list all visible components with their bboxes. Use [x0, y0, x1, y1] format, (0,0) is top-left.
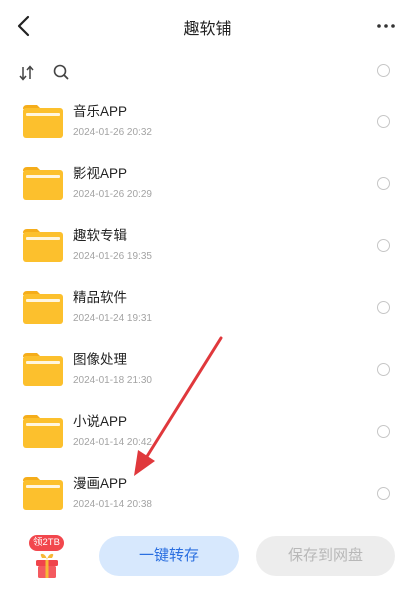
list-item[interactable]: 图像处理 2024-01-18 21:30 [0, 338, 415, 400]
one-click-save-button[interactable]: 一键转存 [99, 536, 239, 576]
list-item[interactable]: 音乐APP 2024-01-26 20:32 [0, 90, 415, 152]
folder-icon [23, 105, 63, 138]
list-item[interactable]: 精品软件 2024-01-24 19:31 [0, 276, 415, 338]
list-item[interactable]: 趣软专辑 2024-01-26 19:35 [0, 214, 415, 276]
file-list: 音乐APP 2024-01-26 20:32 影视APP 2024-01-26 … [0, 90, 415, 524]
folder-icon [23, 229, 63, 262]
file-name: 精品软件 [73, 290, 127, 305]
list-item[interactable]: 影视APP 2024-01-26 20:29 [0, 152, 415, 214]
file-date: 2024-01-26 19:35 [73, 251, 152, 262]
folder-icon [23, 415, 63, 448]
row-checkbox[interactable] [377, 363, 390, 376]
row-checkbox[interactable] [377, 301, 390, 314]
file-date: 2024-01-26 20:32 [73, 127, 152, 138]
file-name: 影视APP [73, 166, 128, 181]
row-checkbox[interactable] [377, 177, 390, 190]
file-name: 小说APP [73, 414, 128, 429]
list-toolbar [0, 58, 415, 88]
more-horizontal-icon[interactable] [375, 17, 397, 35]
list-item[interactable]: 小说APP 2024-01-14 20:42 [0, 400, 415, 462]
top-bar: 趣软铺 [0, 0, 415, 52]
sort-icon[interactable] [18, 64, 36, 82]
file-name: 音乐APP [73, 104, 128, 119]
row-checkbox[interactable] [377, 487, 390, 500]
search-icon[interactable] [52, 63, 70, 81]
save-to-disk-button[interactable]: 保存到网盘 [256, 536, 395, 576]
select-all-checkbox[interactable] [377, 64, 390, 77]
file-name: 趣软专辑 [73, 228, 127, 243]
folder-icon [23, 291, 63, 324]
row-checkbox[interactable] [377, 115, 390, 128]
file-date: 2024-01-14 20:42 [73, 437, 152, 448]
gift-icon [36, 553, 58, 578]
file-date: 2024-01-26 20:29 [73, 189, 152, 200]
folder-icon [23, 167, 63, 200]
file-date: 2024-01-14 20:38 [73, 499, 152, 510]
promo-gift-button[interactable]: 领2TB [25, 535, 70, 587]
page-title: 趣软铺 [183, 21, 232, 38]
file-date: 2024-01-24 19:31 [73, 313, 152, 324]
row-checkbox[interactable] [377, 425, 390, 438]
row-checkbox[interactable] [377, 239, 390, 252]
folder-icon [23, 477, 63, 510]
file-name: 漫画APP [73, 476, 128, 491]
file-date: 2024-01-18 21:30 [73, 375, 152, 386]
file-name: 图像处理 [73, 352, 127, 367]
bottom-action-bar: 领2TB 一键转存 保存到网盘 [0, 520, 415, 597]
folder-icon [23, 353, 63, 386]
promo-badge: 领2TB [29, 535, 64, 551]
list-item[interactable]: 漫画APP 2024-01-14 20:38 [0, 462, 415, 524]
